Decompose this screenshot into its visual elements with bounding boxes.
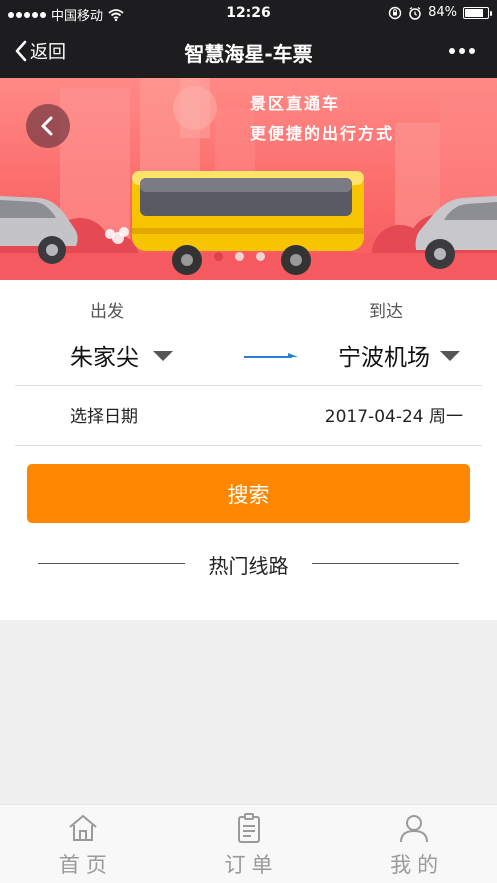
tab-profile[interactable]: 我的 bbox=[331, 805, 497, 883]
arrow-right-icon bbox=[244, 353, 298, 358]
tab-orders[interactable]: 订单 bbox=[166, 805, 332, 883]
departure-value: 朱家尖 bbox=[70, 345, 139, 371]
search-button[interactable]: 搜索 bbox=[27, 464, 470, 523]
section-divider-line bbox=[312, 563, 459, 564]
carousel-dot[interactable] bbox=[235, 252, 244, 261]
rotation-lock-icon bbox=[388, 6, 402, 19]
user-icon bbox=[400, 815, 429, 843]
departure-select[interactable]: 朱家尖 bbox=[70, 338, 173, 372]
alarm-icon bbox=[409, 6, 421, 20]
caret-down-icon bbox=[440, 351, 460, 361]
caret-down-icon bbox=[153, 351, 173, 361]
home-icon bbox=[69, 815, 97, 841]
battery-percent: 84% bbox=[428, 5, 457, 20]
tab-label: 首页 bbox=[58, 853, 113, 877]
search-form: 出发 到达 朱家尖 宁波机场 选择日期 2017-04-24 周一 搜索 热门线… bbox=[0, 280, 497, 620]
date-picker[interactable]: 2017-04-24 周一 bbox=[325, 402, 463, 427]
tab-home[interactable]: 首页 bbox=[0, 805, 166, 883]
carousel-dot[interactable] bbox=[256, 252, 265, 261]
depart-label: 出发 bbox=[90, 302, 124, 322]
status-bar: 中国移动 12:26 84% bbox=[0, 0, 497, 26]
carousel-indicator bbox=[214, 252, 265, 261]
chevron-left-icon bbox=[41, 116, 53, 136]
tab-bar: 首页 订单 我的 bbox=[0, 804, 497, 883]
tab-label: 我的 bbox=[390, 853, 445, 877]
page-title: 智慧海星-车票 bbox=[184, 42, 313, 66]
arrive-label: 到达 bbox=[369, 302, 403, 322]
clipboard-icon bbox=[237, 813, 260, 843]
date-label[interactable]: 选择日期 bbox=[70, 402, 138, 427]
divider bbox=[15, 385, 482, 386]
banner-headline: 景区直通车 bbox=[250, 94, 341, 113]
arrival-value: 宁波机场 bbox=[338, 345, 430, 371]
status-right: 84% bbox=[388, 5, 492, 20]
banner-illustration bbox=[0, 78, 497, 280]
banner-prev-button[interactable] bbox=[26, 104, 70, 148]
battery-icon bbox=[463, 6, 492, 19]
more-dots-icon[interactable] bbox=[449, 48, 475, 54]
tab-label: 订单 bbox=[224, 853, 279, 877]
nav-bar: 返回 智慧海星-车票 bbox=[0, 26, 497, 78]
divider bbox=[15, 445, 482, 446]
banner-subline: 更便捷的出行方式 bbox=[250, 124, 395, 143]
battery-fill bbox=[465, 8, 483, 17]
hot-routes-heading: 热门线路 bbox=[208, 554, 289, 578]
banner-carousel[interactable]: 景区直通车 更便捷的出行方式 bbox=[0, 78, 497, 280]
carousel-dot[interactable] bbox=[214, 252, 223, 261]
arrival-select[interactable]: 宁波机场 bbox=[338, 338, 460, 372]
